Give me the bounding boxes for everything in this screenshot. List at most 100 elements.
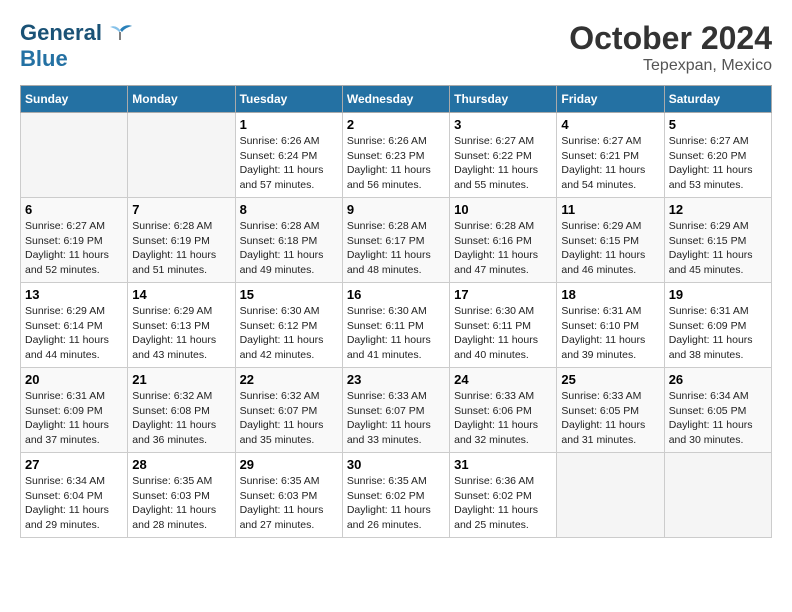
day-number: 26	[669, 372, 767, 387]
week-row-3: 13 Sunrise: 6:29 AMSunset: 6:14 PMDayligh…	[21, 283, 772, 368]
calendar-table: SundayMondayTuesdayWednesdayThursdayFrid…	[20, 85, 772, 538]
calendar-cell: 1 Sunrise: 6:26 AMSunset: 6:24 PMDaylight…	[235, 113, 342, 198]
day-number: 14	[132, 287, 230, 302]
day-number: 22	[240, 372, 338, 387]
calendar-cell: 9 Sunrise: 6:28 AMSunset: 6:17 PMDaylight…	[342, 198, 449, 283]
day-info: Sunrise: 6:32 AMSunset: 6:08 PMDaylight:…	[132, 389, 230, 448]
logo: General Blue	[20, 20, 134, 72]
calendar-cell: 6 Sunrise: 6:27 AMSunset: 6:19 PMDaylight…	[21, 198, 128, 283]
day-info: Sunrise: 6:27 AMSunset: 6:22 PMDaylight:…	[454, 134, 552, 193]
day-info: Sunrise: 6:27 AMSunset: 6:20 PMDaylight:…	[669, 134, 767, 193]
weekday-header-wednesday: Wednesday	[342, 86, 449, 113]
calendar-cell: 20 Sunrise: 6:31 AMSunset: 6:09 PMDayligh…	[21, 368, 128, 453]
day-info: Sunrise: 6:33 AMSunset: 6:07 PMDaylight:…	[347, 389, 445, 448]
day-number: 11	[561, 202, 659, 217]
calendar-cell: 12Sunrise: 6:29 AMSunset: 6:15 PMDayligh…	[664, 198, 771, 283]
calendar-cell: 23 Sunrise: 6:33 AMSunset: 6:07 PMDayligh…	[342, 368, 449, 453]
page-header: General Blue October 2024 Tepexpan, Mexi…	[20, 20, 772, 75]
day-number: 3	[454, 117, 552, 132]
title-block: October 2024 Tepexpan, Mexico	[569, 20, 772, 75]
day-info: Sunrise: 6:28 AMSunset: 6:18 PMDaylight:…	[240, 219, 338, 278]
weekday-header-saturday: Saturday	[664, 86, 771, 113]
day-info: Sunrise: 6:36 AMSunset: 6:02 PMDaylight:…	[454, 474, 552, 533]
weekday-header-thursday: Thursday	[450, 86, 557, 113]
week-row-2: 6 Sunrise: 6:27 AMSunset: 6:19 PMDaylight…	[21, 198, 772, 283]
day-info: Sunrise: 6:33 AMSunset: 6:06 PMDaylight:…	[454, 389, 552, 448]
day-info: Sunrise: 6:35 AMSunset: 6:03 PMDaylight:…	[240, 474, 338, 533]
calendar-cell: 8 Sunrise: 6:28 AMSunset: 6:18 PMDaylight…	[235, 198, 342, 283]
day-info: Sunrise: 6:27 AMSunset: 6:19 PMDaylight:…	[25, 219, 123, 278]
page-title: October 2024	[569, 20, 772, 57]
calendar-cell: 7 Sunrise: 6:28 AMSunset: 6:19 PMDaylight…	[128, 198, 235, 283]
calendar-cell	[664, 453, 771, 538]
day-number: 21	[132, 372, 230, 387]
day-number: 19	[669, 287, 767, 302]
calendar-cell: 17 Sunrise: 6:30 AMSunset: 6:11 PMDayligh…	[450, 283, 557, 368]
day-info: Sunrise: 6:26 AMSunset: 6:24 PMDaylight:…	[240, 134, 338, 193]
day-info: Sunrise: 6:27 AMSunset: 6:21 PMDaylight:…	[561, 134, 659, 193]
weekday-header-monday: Monday	[128, 86, 235, 113]
logo-blue: Blue	[20, 46, 68, 71]
weekday-header-tuesday: Tuesday	[235, 86, 342, 113]
day-info: Sunrise: 6:34 AMSunset: 6:05 PMDaylight:…	[669, 389, 767, 448]
day-info: Sunrise: 6:33 AMSunset: 6:05 PMDaylight:…	[561, 389, 659, 448]
calendar-cell: 14 Sunrise: 6:29 AMSunset: 6:13 PMDayligh…	[128, 283, 235, 368]
day-number: 5	[669, 117, 767, 132]
day-number: 24	[454, 372, 552, 387]
day-info: Sunrise: 6:31 AMSunset: 6:09 PMDaylight:…	[669, 304, 767, 363]
day-info: Sunrise: 6:28 AMSunset: 6:16 PMDaylight:…	[454, 219, 552, 278]
day-number: 4	[561, 117, 659, 132]
calendar-cell: 19 Sunrise: 6:31 AMSunset: 6:09 PMDayligh…	[664, 283, 771, 368]
calendar-cell: 31 Sunrise: 6:36 AMSunset: 6:02 PMDayligh…	[450, 453, 557, 538]
day-number: 7	[132, 202, 230, 217]
day-info: Sunrise: 6:29 AMSunset: 6:13 PMDaylight:…	[132, 304, 230, 363]
calendar-cell: 3 Sunrise: 6:27 AMSunset: 6:22 PMDaylight…	[450, 113, 557, 198]
day-number: 16	[347, 287, 445, 302]
day-number: 27	[25, 457, 123, 472]
day-number: 13	[25, 287, 123, 302]
logo-general: General	[20, 20, 102, 46]
calendar-cell: 5 Sunrise: 6:27 AMSunset: 6:20 PMDaylight…	[664, 113, 771, 198]
calendar-cell: 21 Sunrise: 6:32 AMSunset: 6:08 PMDayligh…	[128, 368, 235, 453]
day-number: 28	[132, 457, 230, 472]
day-info: Sunrise: 6:29 AMSunset: 6:15 PMDaylight:…	[561, 219, 659, 278]
day-info: Sunrise: 6:35 AMSunset: 6:03 PMDaylight:…	[132, 474, 230, 533]
day-info: Sunrise: 6:31 AMSunset: 6:09 PMDaylight:…	[25, 389, 123, 448]
day-number: 1	[240, 117, 338, 132]
day-number: 8	[240, 202, 338, 217]
day-info: Sunrise: 6:30 AMSunset: 6:11 PMDaylight:…	[347, 304, 445, 363]
day-number: 23	[347, 372, 445, 387]
day-number: 6	[25, 202, 123, 217]
calendar-cell: 18Sunrise: 6:31 AMSunset: 6:10 PMDayligh…	[557, 283, 664, 368]
calendar-cell: 26 Sunrise: 6:34 AMSunset: 6:05 PMDayligh…	[664, 368, 771, 453]
day-number: 31	[454, 457, 552, 472]
calendar-cell	[128, 113, 235, 198]
day-info: Sunrise: 6:29 AMSunset: 6:14 PMDaylight:…	[25, 304, 123, 363]
calendar-cell: 27Sunrise: 6:34 AMSunset: 6:04 PMDayligh…	[21, 453, 128, 538]
calendar-cell	[21, 113, 128, 198]
calendar-cell: 16 Sunrise: 6:30 AMSunset: 6:11 PMDayligh…	[342, 283, 449, 368]
calendar-cell: 13 Sunrise: 6:29 AMSunset: 6:14 PMDayligh…	[21, 283, 128, 368]
calendar-cell: 29Sunrise: 6:35 AMSunset: 6:03 PMDayligh…	[235, 453, 342, 538]
weekday-header-sunday: Sunday	[21, 86, 128, 113]
day-number: 30	[347, 457, 445, 472]
weekday-header-friday: Friday	[557, 86, 664, 113]
day-info: Sunrise: 6:28 AMSunset: 6:17 PMDaylight:…	[347, 219, 445, 278]
week-row-4: 20 Sunrise: 6:31 AMSunset: 6:09 PMDayligh…	[21, 368, 772, 453]
logo-bird-icon	[106, 22, 134, 44]
calendar-cell: 28 Sunrise: 6:35 AMSunset: 6:03 PMDayligh…	[128, 453, 235, 538]
week-row-1: 1 Sunrise: 6:26 AMSunset: 6:24 PMDaylight…	[21, 113, 772, 198]
calendar-cell: 2Sunrise: 6:26 AMSunset: 6:23 PMDaylight…	[342, 113, 449, 198]
day-number: 17	[454, 287, 552, 302]
week-row-5: 27Sunrise: 6:34 AMSunset: 6:04 PMDayligh…	[21, 453, 772, 538]
day-number: 18	[561, 287, 659, 302]
day-info: Sunrise: 6:30 AMSunset: 6:11 PMDaylight:…	[454, 304, 552, 363]
day-info: Sunrise: 6:32 AMSunset: 6:07 PMDaylight:…	[240, 389, 338, 448]
day-number: 9	[347, 202, 445, 217]
day-info: Sunrise: 6:28 AMSunset: 6:19 PMDaylight:…	[132, 219, 230, 278]
day-number: 10	[454, 202, 552, 217]
calendar-cell: 11 Sunrise: 6:29 AMSunset: 6:15 PMDayligh…	[557, 198, 664, 283]
day-number: 20	[25, 372, 123, 387]
calendar-cell: 22 Sunrise: 6:32 AMSunset: 6:07 PMDayligh…	[235, 368, 342, 453]
day-info: Sunrise: 6:30 AMSunset: 6:12 PMDaylight:…	[240, 304, 338, 363]
